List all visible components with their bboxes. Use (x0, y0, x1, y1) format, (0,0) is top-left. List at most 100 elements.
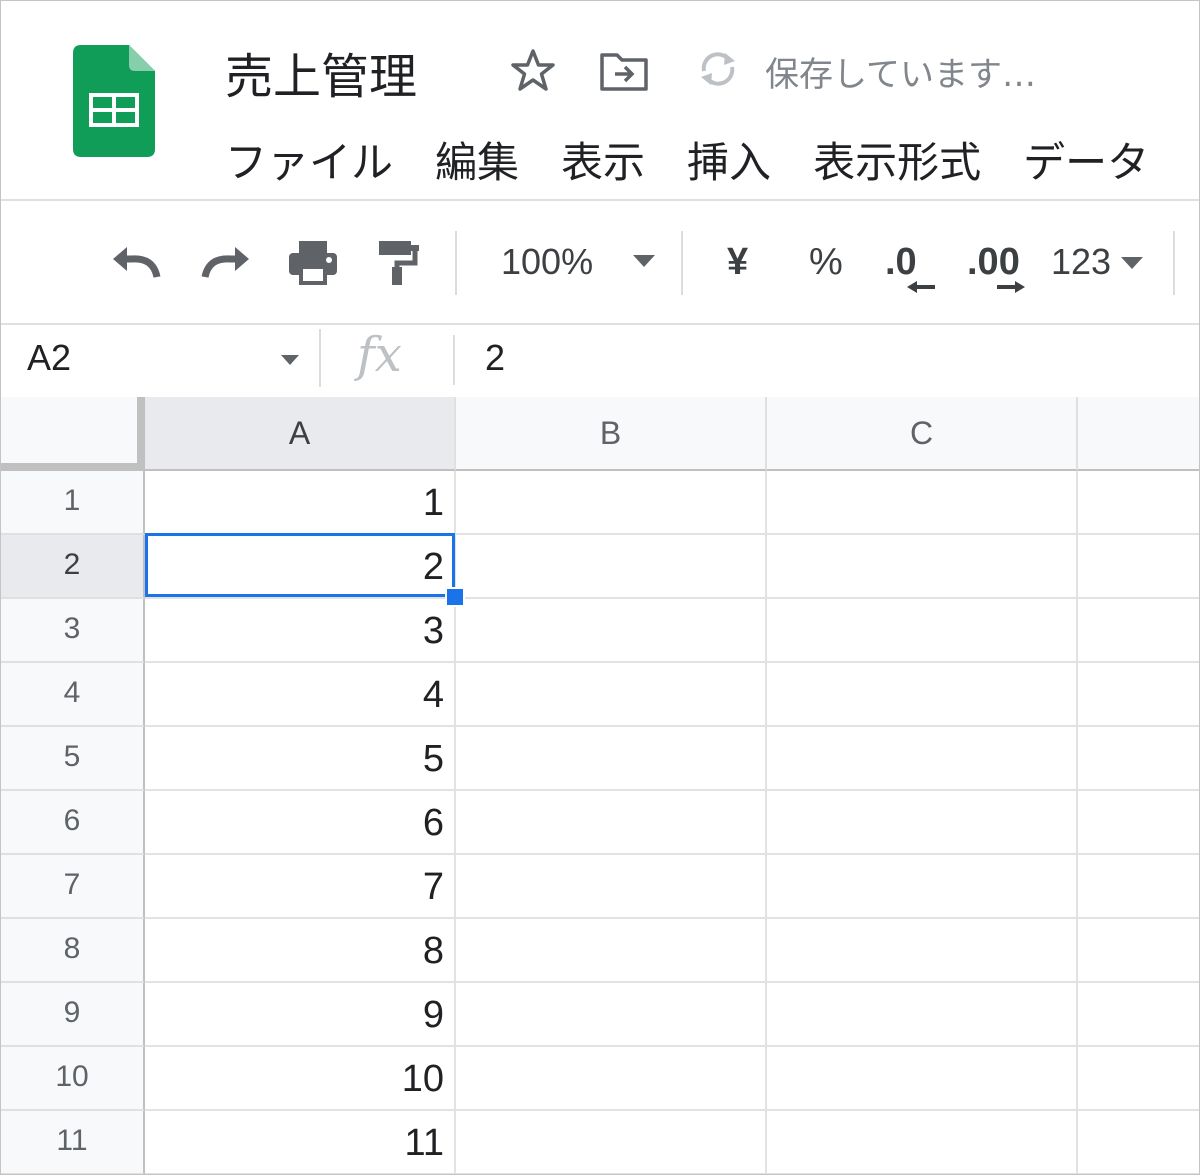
cell[interactable] (1078, 919, 1199, 983)
currency-format-button[interactable]: ¥ (727, 241, 748, 284)
menu-data[interactable]: データ (1023, 129, 1149, 187)
cell[interactable] (767, 727, 1078, 791)
cell[interactable] (1078, 599, 1199, 663)
cell[interactable] (456, 1111, 767, 1174)
cell[interactable] (1078, 983, 1199, 1047)
cell[interactable]: 3 (145, 599, 456, 663)
cell[interactable] (1078, 663, 1199, 727)
cell[interactable] (1078, 1047, 1199, 1111)
toolbar (1, 201, 1199, 323)
save-status-text: 保存しています… (765, 55, 1036, 95)
increase-decimal-arrow-icon (997, 281, 1025, 293)
column-header-b[interactable]: B (456, 397, 767, 471)
select-all-corner[interactable] (1, 397, 145, 471)
move-to-folder-icon[interactable] (597, 45, 651, 97)
cell[interactable]: 11 (145, 1111, 456, 1174)
cell[interactable] (767, 663, 1078, 727)
cell[interactable] (456, 663, 767, 727)
cell[interactable] (767, 599, 1078, 663)
print-icon[interactable] (285, 237, 341, 289)
menu-file[interactable]: ファイル (225, 129, 393, 187)
menu-bar: ファイル 編集 表示 挿入 表示形式 データ (225, 129, 1191, 187)
cell[interactable] (1078, 1111, 1199, 1174)
formula-input[interactable]: 2 (485, 337, 505, 379)
cell[interactable] (767, 919, 1078, 983)
cell[interactable]: 4 (145, 663, 456, 727)
frozen-row-bar[interactable] (1, 463, 145, 471)
cell[interactable] (1078, 471, 1199, 535)
row-header[interactable]: 9 (1, 983, 145, 1047)
redo-icon[interactable] (197, 237, 253, 289)
cell[interactable] (767, 1047, 1078, 1111)
cell[interactable] (767, 983, 1078, 1047)
row-header[interactable]: 1 (1, 471, 145, 535)
toolbar-separator (1173, 231, 1175, 295)
cell[interactable]: 1 (145, 471, 456, 535)
cell[interactable]: 2 (145, 535, 456, 599)
menu-view[interactable]: 表示 (561, 129, 645, 187)
row-header[interactable]: 11 (1, 1111, 145, 1174)
star-icon[interactable] (507, 45, 559, 97)
menu-format[interactable]: 表示形式 (813, 129, 981, 187)
decrease-decimal-arrow-icon (907, 281, 935, 293)
document-title[interactable]: 売上管理 (225, 37, 417, 107)
cell[interactable]: 7 (145, 855, 456, 919)
name-box-dropdown-icon[interactable] (279, 353, 301, 367)
menu-edit[interactable]: 編集 (435, 129, 519, 187)
cell[interactable] (1078, 727, 1199, 791)
cell[interactable] (767, 1111, 1078, 1174)
sync-icon (701, 52, 735, 86)
cell[interactable] (456, 599, 767, 663)
more-formats-button[interactable]: 123 (1051, 241, 1111, 283)
row-header[interactable]: 2 (1, 535, 145, 599)
sheets-logo-icon[interactable] (73, 45, 155, 157)
more-formats-dropdown-arrow-icon[interactable] (1119, 255, 1145, 271)
row-header[interactable]: 5 (1, 727, 145, 791)
cell[interactable]: 8 (145, 919, 456, 983)
formula-bar-separator (453, 335, 455, 385)
cell[interactable] (1078, 791, 1199, 855)
cell[interactable] (767, 535, 1078, 599)
fill-handle[interactable] (445, 587, 465, 607)
cell[interactable] (767, 855, 1078, 919)
row-header[interactable]: 4 (1, 663, 145, 727)
cell[interactable] (767, 471, 1078, 535)
zoom-select[interactable]: 100% (501, 241, 593, 283)
cell[interactable] (767, 791, 1078, 855)
increase-decimal-button[interactable]: .00 (967, 241, 1020, 284)
row-header[interactable]: 10 (1, 1047, 145, 1111)
cell[interactable]: 10 (145, 1047, 456, 1111)
formula-bar-divider (1, 323, 1199, 325)
decrease-decimal-button[interactable]: .0 (885, 241, 917, 284)
sheet-grid: A B C 1 1 2 2 3 3 4 4 5 5 6 6 7 7 8 8 9 9 10 10 11 11 (1, 397, 1199, 1174)
menu-insert[interactable]: 挿入 (687, 129, 771, 187)
cell[interactable]: 9 (145, 983, 456, 1047)
cell[interactable] (456, 471, 767, 535)
cell[interactable] (456, 535, 767, 599)
row-header[interactable]: 8 (1, 919, 145, 983)
zoom-dropdown-arrow-icon[interactable] (631, 253, 657, 269)
cell[interactable] (456, 727, 767, 791)
cell[interactable]: 5 (145, 727, 456, 791)
cell[interactable] (1078, 855, 1199, 919)
column-header-a[interactable]: A (145, 397, 456, 471)
cell[interactable]: 6 (145, 791, 456, 855)
cell[interactable] (456, 791, 767, 855)
name-box[interactable]: A2 (27, 337, 71, 379)
undo-icon[interactable] (109, 237, 165, 289)
column-header-c[interactable]: C (767, 397, 1078, 471)
cell[interactable] (1078, 535, 1199, 599)
percent-format-button[interactable]: % (809, 241, 843, 284)
cell[interactable] (456, 1047, 767, 1111)
cell[interactable] (456, 855, 767, 919)
cell[interactable] (456, 983, 767, 1047)
toolbar-separator (455, 231, 457, 295)
paint-format-icon[interactable] (373, 237, 425, 289)
cell[interactable] (456, 919, 767, 983)
row-header[interactable]: 7 (1, 855, 145, 919)
row-header[interactable]: 6 (1, 791, 145, 855)
formula-bar-separator (319, 329, 321, 387)
row-header[interactable]: 3 (1, 599, 145, 663)
column-header-d-partial[interactable] (1078, 397, 1199, 471)
frozen-column-bar[interactable] (137, 397, 145, 471)
